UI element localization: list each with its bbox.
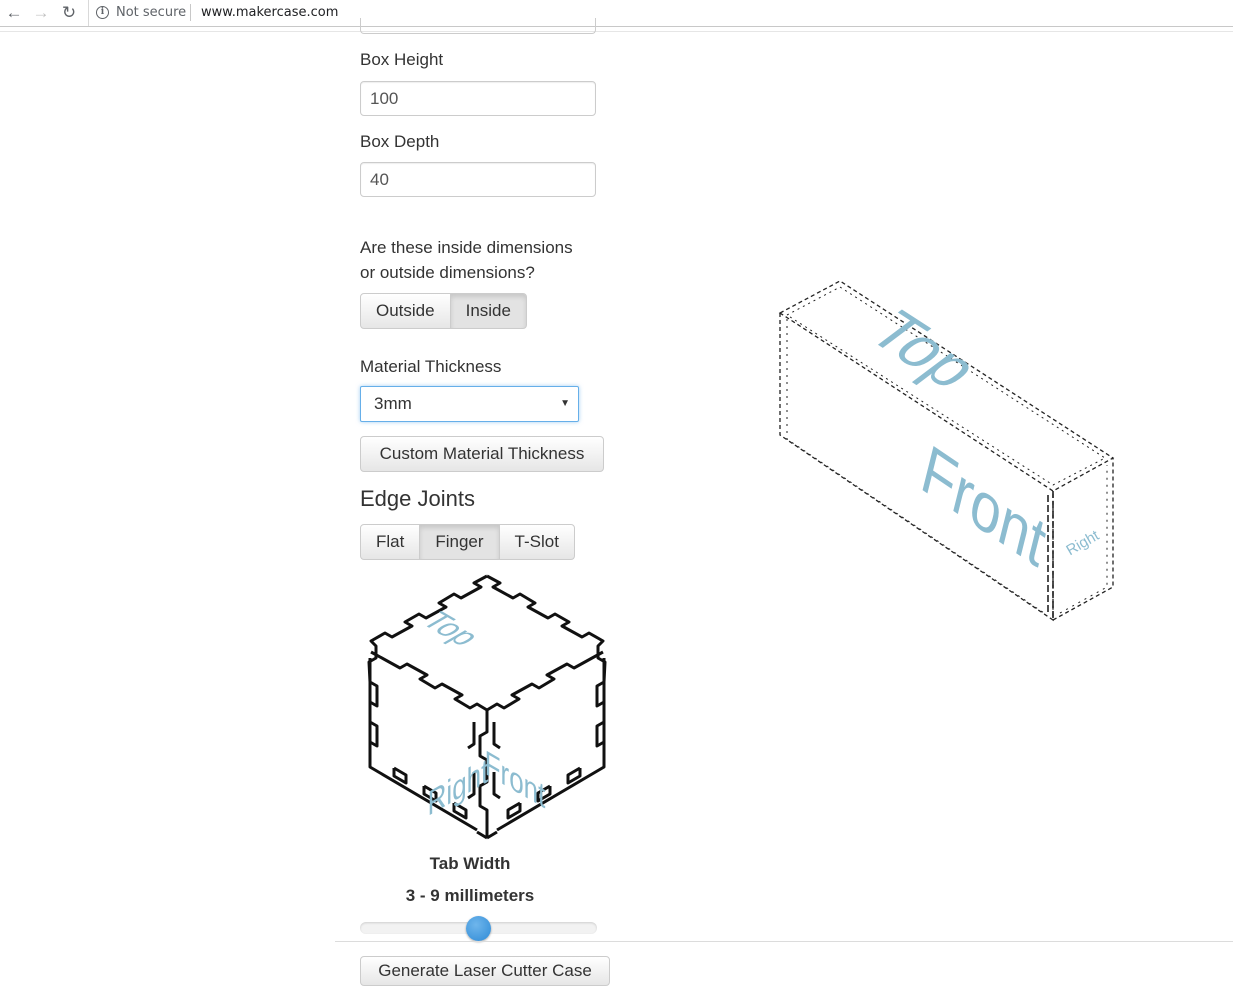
box-front-label: Front (915, 429, 1053, 582)
box-right-label: Right (1063, 527, 1103, 560)
url-text[interactable]: www.makercase.com (201, 5, 338, 20)
box-height-label: Box Height (360, 50, 444, 69)
info-icon[interactable]: i (96, 6, 109, 19)
edge-joints-toggle: Flat Finger T-Slot (360, 524, 575, 560)
tab-width-title: Tab Width (429, 854, 511, 873)
finger-joint-cube-illustration: Top Front Right (367, 574, 607, 840)
back-arrow-icon[interactable]: ← (4, 3, 24, 23)
page-top-divider (0, 31, 1233, 32)
material-thickness-value: 3mm (374, 394, 412, 413)
tab-width-slider-handle[interactable] (466, 916, 491, 941)
box-top-label: Top (853, 300, 996, 399)
footer-divider (335, 941, 1233, 942)
material-thickness-select[interactable]: 3mm ▼ (360, 386, 579, 422)
tslot-joint-button[interactable]: T-Slot (498, 524, 575, 560)
dimensions-question-line2: or outside dimensions? (360, 263, 535, 282)
dimension-type-toggle: Outside Inside (360, 293, 527, 329)
flat-joint-button[interactable]: Flat (360, 524, 421, 560)
forward-arrow-icon[interactable]: → (31, 3, 51, 23)
address-bar[interactable]: i Not secure www.makercase.com (88, 0, 1233, 26)
address-divider (190, 4, 191, 21)
browser-toolbar: ← → ↻ i Not secure www.makercase.com (0, 0, 1233, 27)
edge-joints-heading: Edge Joints (360, 486, 475, 511)
dimensions-question-line1: Are these inside dimensions (360, 238, 573, 257)
security-status[interactable]: Not secure (116, 5, 186, 20)
generate-laser-cutter-case-button[interactable]: Generate Laser Cutter Case (360, 956, 610, 986)
material-thickness-label: Material Thickness (360, 357, 502, 376)
outside-button[interactable]: Outside (360, 293, 451, 329)
dropdown-caret-icon: ▼ (560, 398, 570, 409)
box-depth-label: Box Depth (360, 132, 440, 151)
inside-button[interactable]: Inside (449, 293, 527, 329)
cube-top-label: Top (414, 607, 489, 650)
finger-joint-button[interactable]: Finger (419, 524, 500, 560)
reload-icon[interactable]: ↻ (59, 3, 79, 23)
box-height-input[interactable]: 100 (360, 81, 596, 116)
box-width-input-partial[interactable] (360, 18, 596, 34)
custom-material-thickness-button[interactable]: Custom Material Thickness (360, 436, 604, 472)
box-3d-preview[interactable]: Top Front Right (775, 275, 1120, 630)
box-depth-input[interactable]: 40 (360, 162, 596, 197)
tab-width-range: 3 - 9 millimeters (405, 886, 535, 905)
